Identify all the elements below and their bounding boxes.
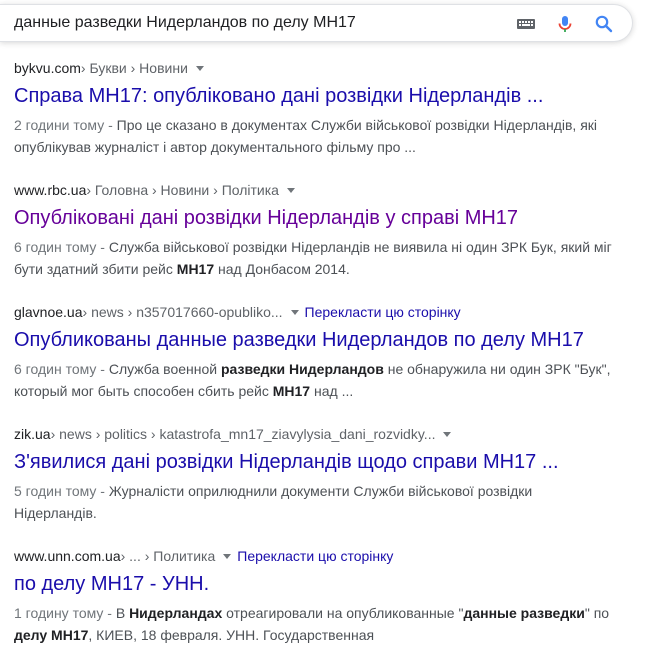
result-domain: www.unn.com.ua xyxy=(14,548,121,564)
search-input[interactable]: данные разведки Нидерландов по делу МН17 xyxy=(14,14,356,32)
result-path: › Букви › Новини xyxy=(80,60,188,76)
snippet-text: опублікував журналіст і автор документал… xyxy=(14,139,416,155)
snippet-text: В xyxy=(115,605,130,621)
result-title-link[interactable]: по делу МН17 - УНН. xyxy=(14,571,634,597)
result-snippet: 2 години тому - Про це сказано в докумен… xyxy=(14,114,634,158)
chevron-down-icon[interactable] xyxy=(223,553,232,559)
result-title-link[interactable]: Опубликованы данные разведки Нидерландов… xyxy=(14,327,634,353)
result-date: 5 годин тому - xyxy=(14,483,109,499)
snippet-text: " по xyxy=(584,605,610,621)
result-snippet: 6 годин тому - Служба военной разведки Н… xyxy=(14,358,634,402)
result-cite[interactable]: glavnoe.ua › news › n357017660-opubliko.… xyxy=(14,302,634,322)
search-result: www.unn.com.ua › ... › Политика Переклас… xyxy=(14,546,634,646)
result-domain: bykvu.com xyxy=(14,60,81,76)
keyboard-icon[interactable] xyxy=(516,14,536,34)
snippet-bold: разведки Нидерландов xyxy=(220,361,384,377)
snippet-text: над ... xyxy=(310,383,354,399)
snippet-bold: данные разведки xyxy=(463,605,585,621)
result-title-link[interactable]: Справа MH17: опубліковано дані розвідки … xyxy=(14,83,634,109)
result-domain: zik.ua xyxy=(14,426,51,442)
search-result: www.rbc.ua › Головна › Новини › Політика… xyxy=(14,180,634,280)
result-cite[interactable]: zik.ua › news › politics › katastrofa_mn… xyxy=(14,424,634,444)
snippet-text: над Донбасом 2014. xyxy=(214,261,350,277)
snippet-bold: МН17 xyxy=(272,383,311,399)
result-snippet: 6 годин тому - Служба військової розвідк… xyxy=(14,236,634,280)
result-snippet: 5 годин тому - Журналісти оприлюднили до… xyxy=(14,480,634,524)
translate-page-link[interactable]: Перекласти цю сторінку xyxy=(237,546,393,566)
snippet-bold: делу МН17 xyxy=(14,627,89,643)
result-date: 6 годин тому - xyxy=(14,239,109,255)
result-date: 2 години тому - xyxy=(14,117,117,133)
result-cite[interactable]: www.unn.com.ua › ... › Политика Переклас… xyxy=(14,546,634,566)
search-result: zik.ua › news › politics › katastrofa_mn… xyxy=(14,424,634,524)
result-path: › news › n357017660-opubliko... xyxy=(82,304,283,320)
result-title-link[interactable]: З'явилися дані розвідки Нідерландів щодо… xyxy=(14,449,634,475)
chevron-down-icon[interactable] xyxy=(286,187,295,193)
snippet-text: отреагировали на опубликованные " xyxy=(222,605,464,621)
result-path: › Головна › Новини › Політика xyxy=(86,182,279,198)
snippet-text: Служба военной xyxy=(108,361,221,377)
result-path: › news › politics › katastrofa_mn17_ziav… xyxy=(50,426,436,442)
result-title-link[interactable]: Опубліковані дані розвідки Нідерландів у… xyxy=(14,205,634,231)
snippet-text: Журналісти оприлюднили документи Служби … xyxy=(108,483,533,499)
chevron-down-icon[interactable] xyxy=(195,65,204,71)
microphone-icon[interactable] xyxy=(555,14,575,34)
translate-page-link[interactable]: Перекласти цю сторінку xyxy=(305,302,461,322)
snippet-text: Служба військової розвідки Нідерландів н… xyxy=(108,239,612,255)
snippet-text: который мог быть способен сбить рейс xyxy=(14,383,273,399)
result-cite[interactable]: www.rbc.ua › Головна › Новини › Політика xyxy=(14,180,634,200)
search-bar[interactable]: данные разведки Нидерландов по делу МН17 xyxy=(0,4,633,42)
result-path: › ... › Политика xyxy=(120,548,216,564)
search-result: glavnoe.ua › news › n357017660-opubliko.… xyxy=(14,302,634,402)
result-domain: glavnoe.ua xyxy=(14,304,83,320)
snippet-text: Нідерландів. xyxy=(14,505,97,521)
snippet-bold: Нидерландах xyxy=(129,605,223,621)
snippet-text: Про це сказано в документах Служби війсь… xyxy=(116,117,598,133)
search-icon[interactable] xyxy=(594,14,614,34)
result-date: 1 годину тому - xyxy=(14,605,116,621)
result-snippet: 1 годину тому - В Нидерландах отреагиров… xyxy=(14,602,634,646)
snippet-bold: MH17 xyxy=(176,261,215,277)
snippet-text: не обнаружила ни один ЗРК "Бук", xyxy=(383,361,611,377)
chevron-down-icon[interactable] xyxy=(443,431,452,437)
result-domain: www.rbc.ua xyxy=(14,182,87,198)
search-result: bykvu.com › Букви › Новини Справа MH17: … xyxy=(14,58,634,158)
chevron-down-icon[interactable] xyxy=(290,309,299,315)
result-cite[interactable]: bykvu.com › Букви › Новини xyxy=(14,58,634,78)
snippet-text: , КИЕВ, 18 февраля. УНН. Государственная xyxy=(88,627,375,643)
snippet-text: бути здатний збити рейс xyxy=(14,261,177,277)
result-date: 6 годин тому - xyxy=(14,361,109,377)
